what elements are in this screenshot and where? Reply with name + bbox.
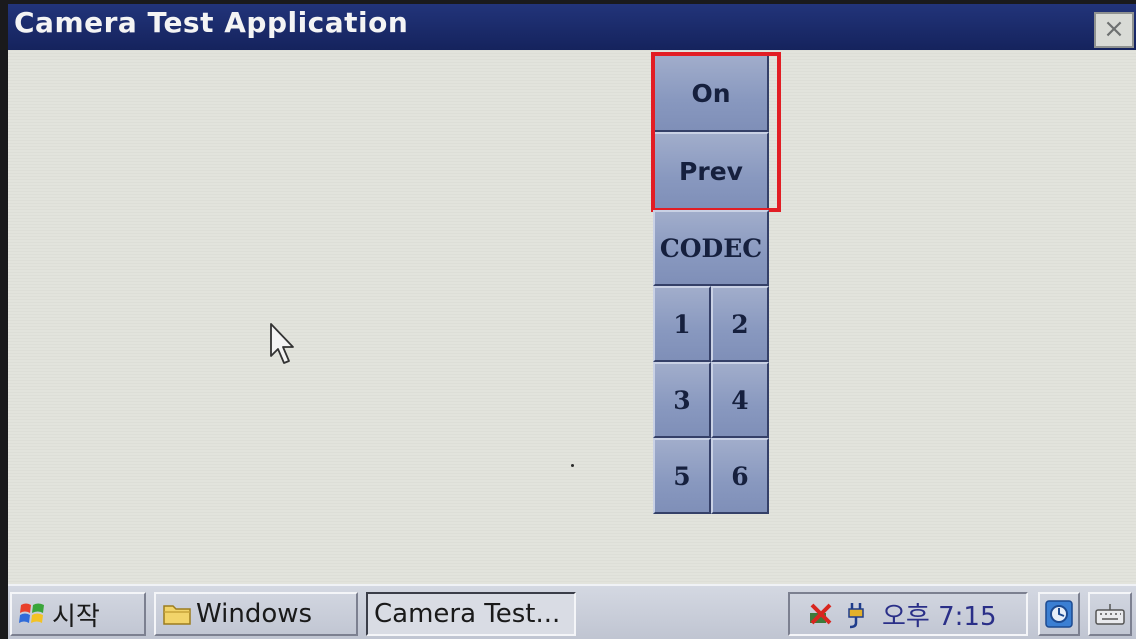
task-camera-test-label: Camera Test... [374,599,561,629]
system-tray: 오후 7:15 [788,592,1028,636]
input-panel-button[interactable] [1088,592,1132,636]
start-button[interactable]: 시작 [10,592,146,636]
keyboard-icon [1095,604,1125,625]
windows-flag-icon [19,603,44,623]
windows-folder-label: Windows [196,599,313,629]
number-button-4[interactable]: 4 [711,362,769,438]
codec-button-label: CODEC [659,233,763,263]
screen-speck [571,464,574,467]
close-button[interactable]: × [1094,12,1134,48]
network-disconnected-icon[interactable] [806,599,836,629]
number-button-label: 6 [731,461,749,491]
number-button-1[interactable]: 1 [653,286,711,362]
number-button-label: 4 [731,385,749,415]
client-area: On Prev CODEC 1 2 3 4 5 6 [8,50,1136,580]
photo-frame: Camera Test Application × On Prev CODEC … [0,0,1136,639]
desktop-button[interactable] [1038,592,1080,636]
number-button-2[interactable]: 2 [711,286,769,362]
number-button-5[interactable]: 5 [653,438,711,514]
start-label: 시작 [52,601,100,632]
number-button-label: 3 [673,385,691,415]
highlight-box [651,52,781,212]
number-button-label: 5 [673,461,691,491]
window-title: Camera Test Application [14,6,409,39]
codec-button[interactable]: CODEC [653,210,769,286]
number-button-label: 1 [673,309,691,339]
number-button-label: 2 [731,309,749,339]
power-plug-icon[interactable] [842,599,872,629]
windows-folder-button[interactable]: Windows [154,592,358,636]
number-button-3[interactable]: 3 [653,362,711,438]
folder-icon [163,605,191,625]
screen: Camera Test Application × On Prev CODEC … [8,4,1136,639]
task-camera-test[interactable]: Camera Test... [366,592,576,636]
desktop-icon [1045,600,1073,628]
title-bar: Camera Test Application × [8,4,1136,50]
close-icon: × [1103,14,1125,44]
number-button-6[interactable]: 6 [711,438,769,514]
mouse-cursor-icon [270,323,294,364]
clock[interactable]: 오후 7:15 [882,596,997,633]
taskbar: 시작 Windows Camera Test... 오후 7:15 [8,584,1136,639]
